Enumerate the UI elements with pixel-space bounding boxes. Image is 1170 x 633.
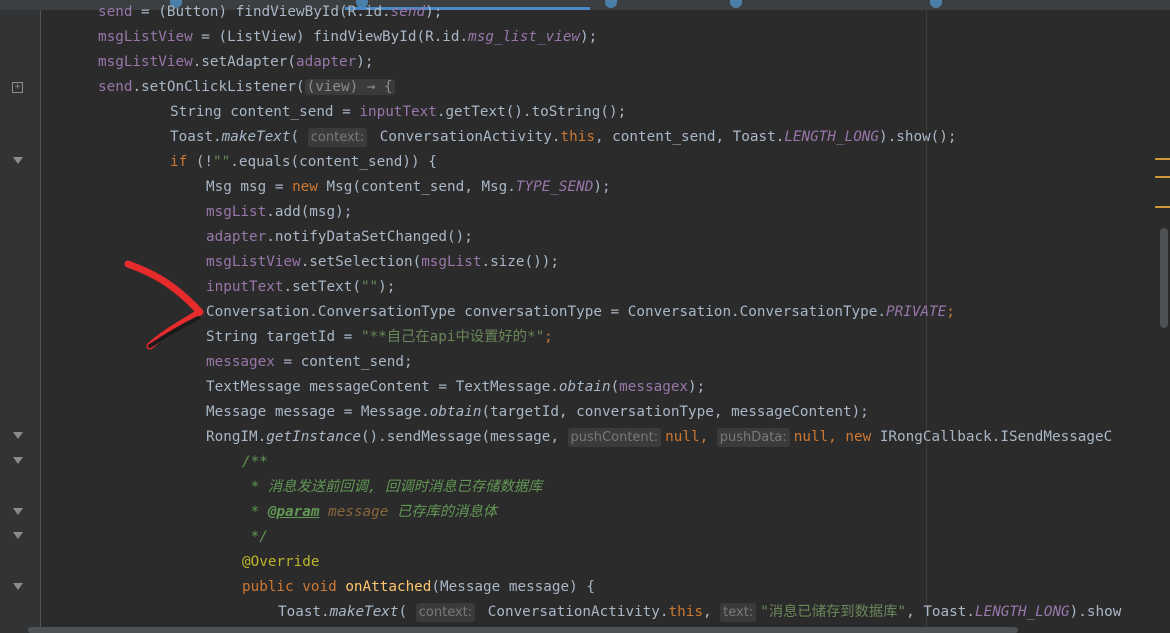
file-tab-icon[interactable] (930, 0, 942, 8)
parameter-hint: context: (415, 603, 476, 622)
lambda-fold-hint[interactable]: (view) → { (304, 79, 395, 95)
code-line: RongIM.getInstance().sendMessage(message… (206, 428, 1113, 447)
code-line: * @param message 已存库的消息体 (242, 504, 498, 520)
parameter-hint: context: (307, 128, 368, 147)
code-line: */ (242, 529, 268, 545)
code-line: Message message = Message.obtain(targetI… (206, 404, 869, 420)
code-line: @Override (242, 554, 320, 570)
file-tab-icon[interactable] (605, 0, 617, 8)
code-editor[interactable]: + send = (Button) findViewById(R.id.send… (0, 0, 1170, 633)
warning-marker[interactable] (1155, 158, 1170, 160)
file-tab-icon[interactable] (730, 0, 742, 8)
code-line: /** (242, 454, 268, 470)
horizontal-scroll-thumb[interactable] (28, 627, 1018, 633)
fold-expand-icon[interactable] (12, 531, 23, 542)
parameter-hint: pushContent: (567, 428, 662, 447)
vertical-scroll-thumb[interactable] (1160, 228, 1168, 328)
code-line: Toast.makeText( context: ConversationAct… (278, 603, 1122, 622)
code-line: Conversation.ConversationType conversati… (206, 304, 955, 320)
fold-expand-icon[interactable] (12, 456, 23, 467)
fold-expand-icon[interactable] (12, 507, 23, 518)
warning-marker[interactable] (1155, 206, 1170, 208)
parameter-hint: pushData: (716, 428, 790, 447)
code-line: TextMessage messageContent = TextMessage… (206, 379, 706, 395)
code-line: * 消息发送前回调, 回调时消息已存储数据库 (242, 479, 543, 495)
warning-marker[interactable] (1155, 176, 1170, 178)
code-line: Msg msg = new Msg(content_send, Msg.TYPE… (206, 179, 611, 195)
code-line: public void onAttached(Message message) … (242, 579, 595, 595)
fold-expand-icon[interactable] (12, 431, 23, 442)
red-arrow-annotation (124, 260, 204, 350)
fold-expand-icon[interactable] (12, 582, 23, 593)
code-line: Toast.makeText( context: ConversationAct… (170, 128, 957, 147)
parameter-hint: text: (720, 603, 757, 622)
